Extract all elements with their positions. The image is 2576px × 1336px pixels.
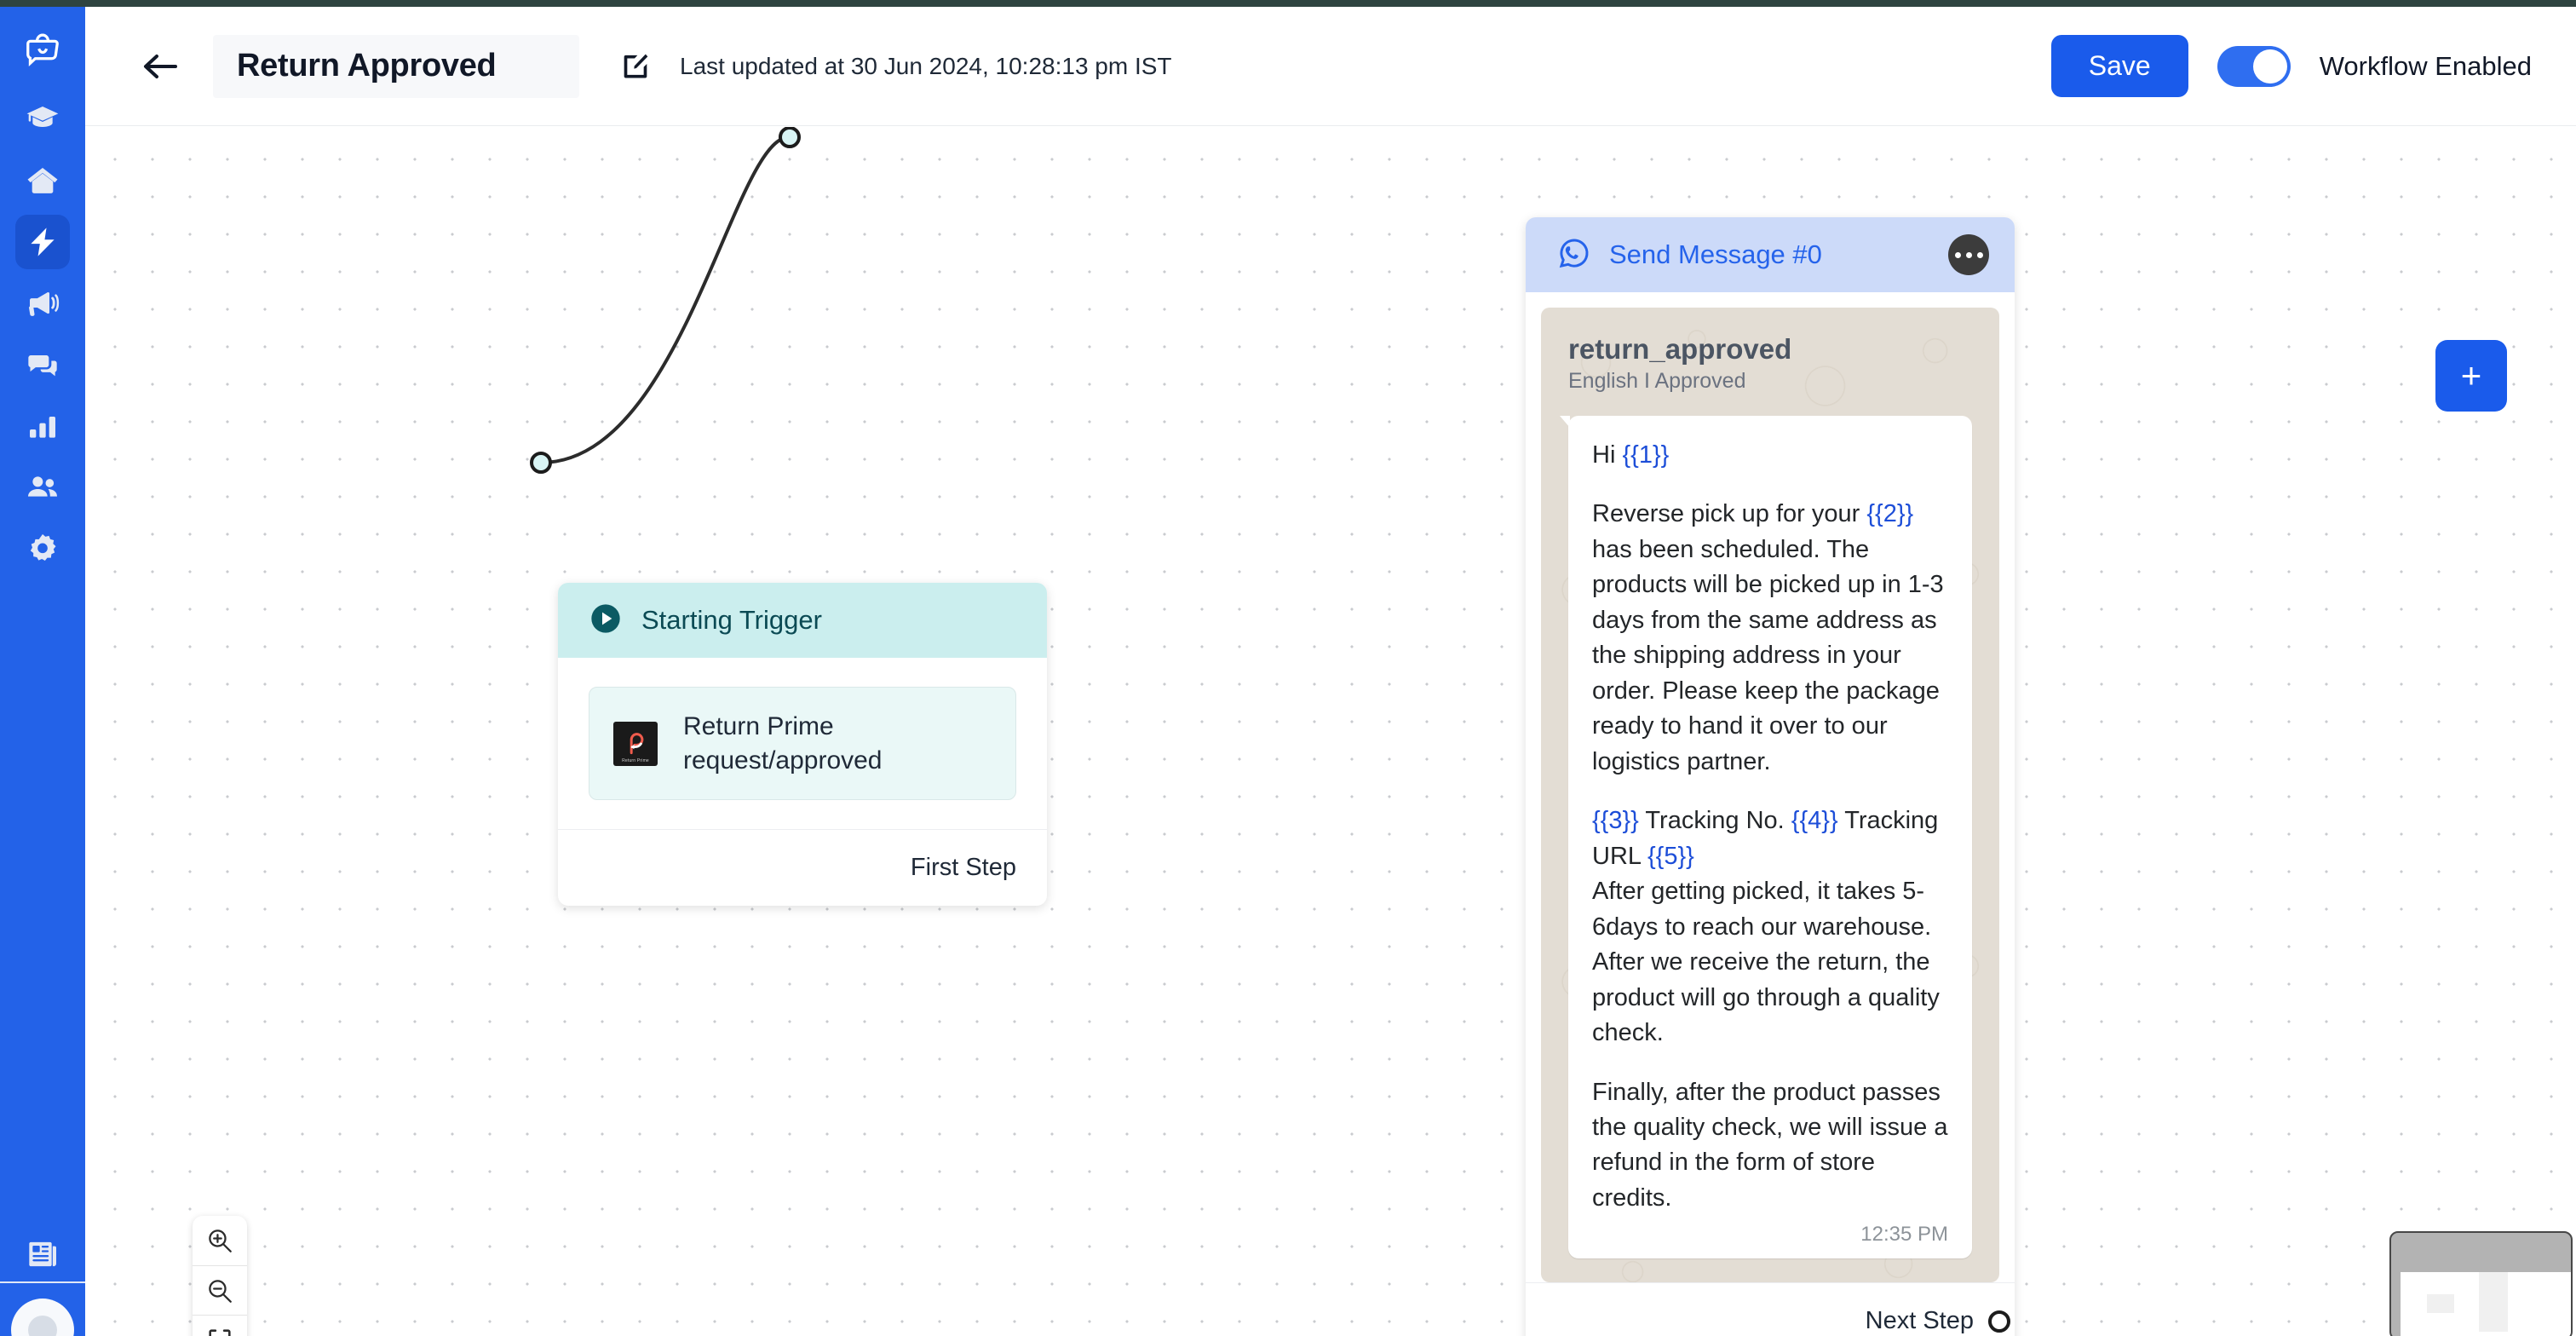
sidebar-divider [0, 1281, 85, 1283]
template-name: return_approved [1568, 333, 1792, 365]
message-node-header: Send Message #0 [1526, 217, 2015, 292]
message-paragraph: Finally, after the product passes the qu… [1592, 1075, 1948, 1217]
return-prime-logo-caption: Return Prime [622, 757, 649, 763]
message-node-title: Send Message #0 [1609, 239, 1822, 269]
sidebar-item-analytics[interactable] [15, 399, 70, 453]
node-send-message[interactable]: Send Message #0 return_approved English … [1526, 217, 2015, 1336]
workflow-canvas[interactable]: Starting Trigger Return Prime Return Pri… [86, 127, 2576, 1336]
left-sidebar [0, 7, 85, 1336]
brand-logo-icon[interactable] [15, 22, 70, 77]
message-text-run: Finally, after the product passes the qu… [1592, 1078, 1948, 1212]
user-avatar[interactable] [11, 1299, 74, 1336]
last-updated-text: Last updated at 30 Jun 2024, 10:28:13 pm… [680, 52, 1172, 79]
sidebar-item-chats[interactable] [15, 337, 70, 392]
sidebar-bottom-section [0, 1227, 85, 1336]
window-top-strip [0, 0, 2576, 7]
workflow-enabled-toggle[interactable] [2217, 45, 2291, 87]
trigger-event-card[interactable]: Return Prime Return Prime request/approv… [589, 687, 1016, 801]
message-paragraph: Reverse pick up for your {{2}} has been … [1592, 497, 1948, 780]
trigger-node-body: Return Prime Return Prime request/approv… [558, 658, 1047, 829]
whatsapp-icon [1556, 235, 1592, 275]
first-step-label: First Step [910, 854, 1016, 882]
message-text-run: has been scheduled. The products will be… [1592, 535, 1944, 775]
return-prime-logo-icon: Return Prime [613, 721, 658, 766]
minimap-viewport [2401, 1272, 2571, 1336]
workflow-title-field[interactable]: Return Approved [213, 34, 579, 98]
trigger-node-title: Starting Trigger [641, 605, 822, 635]
workflow-enabled-label: Workflow Enabled [2319, 50, 2532, 81]
message-node-body: return_approved English I Approved Hi {{… [1526, 292, 2015, 1283]
kebab-menu-icon[interactable] [1948, 234, 1989, 275]
node-starting-trigger[interactable]: Starting Trigger Return Prime Return Pri… [558, 583, 1047, 907]
trigger-node-footer: First Step [558, 829, 1047, 906]
message-paragraph: {{3}} Tracking No. {{4}} Tracking URL {{… [1592, 803, 1948, 1051]
sidebar-item-campaign[interactable] [15, 276, 70, 331]
sidebar-item-learn[interactable] [15, 92, 70, 147]
workflow-title: Return Approved [237, 48, 497, 84]
canvas-zoom-controls [193, 1216, 247, 1336]
back-button[interactable] [136, 43, 184, 90]
template-variable: {{1}} [1622, 441, 1670, 469]
minimap-node [2427, 1294, 2454, 1313]
avatar-placeholder-icon [28, 1316, 57, 1336]
message-text-run: Tracking No. [1638, 807, 1791, 835]
sidebar-item-home[interactable] [15, 153, 70, 208]
message-text-run: After getting picked, it takes 5-6days t… [1592, 878, 1940, 1047]
trigger-node-header: Starting Trigger [558, 583, 1047, 658]
sidebar-nav-list [15, 92, 70, 576]
message-text: Hi {{1}} Reverse pick up for your {{2}} h… [1592, 438, 1948, 1216]
message-node-footer: Next Step [1526, 1282, 2015, 1336]
edge-source-handle [530, 452, 552, 474]
template-variable: {{4}} [1791, 807, 1838, 835]
add-node-button[interactable]: + [2435, 340, 2507, 412]
template-variable: {{2}} [1866, 500, 1914, 528]
play-circle-icon [589, 602, 623, 640]
pencil-edit-icon[interactable] [617, 48, 654, 85]
sidebar-item-settings[interactable] [15, 521, 70, 576]
message-text-run: Hi [1592, 441, 1623, 469]
template-meta: English I Approved [1568, 369, 1746, 393]
message-text-run: Reverse pick up for your [1592, 500, 1867, 528]
sidebar-item-contacts[interactable] [15, 460, 70, 515]
minimap-node [2479, 1272, 2508, 1332]
template-variable: {{3}} [1592, 807, 1639, 835]
fit-view-button[interactable] [193, 1315, 247, 1336]
toggle-knob [2252, 49, 2287, 84]
message-timestamp: 12:35 PM [1860, 1223, 1948, 1247]
sidebar-item-workflow[interactable] [15, 215, 70, 269]
page-header: Return Approved Last updated at 30 Jun 2… [85, 7, 2576, 126]
next-step-handle[interactable] [1986, 1308, 2013, 1335]
zoom-out-button[interactable] [193, 1265, 247, 1315]
whatsapp-template-card: return_approved English I Approved Hi {{… [1541, 308, 1999, 1283]
workflow-edges [530, 127, 801, 474]
edge-target-handle [779, 127, 801, 148]
message-paragraph: Hi {{1}} [1592, 438, 1948, 473]
message-bubble: Hi {{1}} Reverse pick up for your {{2}} h… [1560, 416, 1972, 1259]
zoom-in-button[interactable] [193, 1216, 247, 1265]
sidebar-item-news[interactable] [15, 1227, 70, 1281]
save-button[interactable]: Save [2050, 35, 2188, 97]
header-actions: Save Workflow Enabled [2050, 35, 2532, 97]
next-step-label: Next Step [1865, 1307, 1974, 1335]
trigger-event-label: Return Prime request/approved [683, 712, 883, 775]
template-variable: {{5}} [1647, 842, 1694, 870]
canvas-minimap[interactable] [2389, 1231, 2573, 1336]
